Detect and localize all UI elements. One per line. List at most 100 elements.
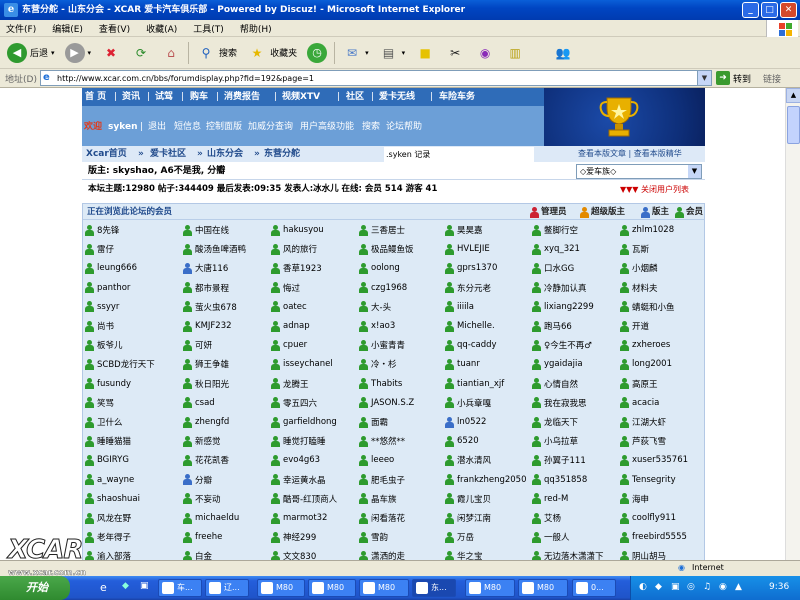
member-name[interactable]: 中国在线 — [195, 224, 229, 236]
member-name[interactable]: 小蜜青青 — [371, 339, 405, 351]
member-name[interactable]: JASON.S.Z — [371, 398, 414, 408]
online-member[interactable]: 孙翼子111 — [532, 452, 586, 468]
task-button[interactable]: M80 — [465, 579, 515, 597]
online-member[interactable]: 心情自然 — [532, 376, 578, 392]
nav-home[interactable]: 首 页 — [85, 88, 106, 106]
member-name[interactable]: Tensegrity — [632, 475, 676, 485]
online-member[interactable]: 小蜜青青 — [359, 337, 405, 353]
task-button[interactable]: M80 — [518, 579, 568, 597]
member-name[interactable]: 秋日阳光 — [195, 378, 229, 390]
online-member[interactable]: csad — [183, 395, 215, 411]
online-member[interactable]: adnap — [271, 318, 310, 334]
member-name[interactable]: KMJF232 — [195, 321, 232, 331]
member-name[interactable]: 三香居士 — [371, 224, 405, 236]
online-member[interactable]: ssyyr — [85, 299, 119, 315]
online-member[interactable]: 风的旅行 — [271, 241, 317, 257]
member-name[interactable]: 跑马66 — [544, 320, 572, 332]
url-text[interactable]: http://www.xcar.com.cn/bbs/forumdisplay.… — [57, 74, 314, 83]
refresh-button[interactable]: ⟳ — [128, 40, 154, 66]
online-member[interactable]: 秋日阳光 — [183, 376, 229, 392]
member-name[interactable]: 孙翼子111 — [544, 454, 586, 466]
online-member[interactable]: 8先锋 — [85, 222, 119, 238]
view-posts-link[interactable]: 查看本版文章 — [578, 149, 626, 158]
nav-insurance[interactable]: 车险车务 — [439, 88, 475, 106]
messages-link[interactable]: 短信息 — [174, 120, 201, 134]
nav-community[interactable]: 社区 — [346, 88, 364, 106]
online-member[interactable]: **悠然** — [359, 433, 405, 449]
task-button[interactable]: 辽... — [205, 579, 249, 597]
online-member[interactable]: JASON.S.Z — [359, 395, 414, 411]
online-member[interactable]: oolong — [359, 260, 400, 276]
member-name[interactable]: 一般人 — [544, 531, 570, 543]
online-member[interactable]: a_wayne — [85, 472, 134, 488]
online-member[interactable]: BGIRYG — [85, 452, 129, 468]
menu-file[interactable]: 文件(F) — [6, 22, 36, 35]
member-name[interactable]: 面霸 — [371, 416, 388, 428]
url-input[interactable]: e http://www.xcar.com.cn/bbs/forumdispla… — [40, 70, 712, 86]
online-member[interactable]: 海申 — [620, 491, 649, 507]
online-member[interactable]: Michelle. — [445, 318, 495, 334]
online-member[interactable]: x!ao3 — [359, 318, 395, 334]
online-member[interactable]: red-M — [532, 491, 568, 507]
tray-icon[interactable]: ◆ — [655, 582, 662, 592]
online-member[interactable]: ln0522 — [445, 414, 486, 430]
help-link[interactable]: 论坛帮助 — [386, 120, 422, 134]
online-member[interactable]: Tensegrity — [620, 472, 676, 488]
member-name[interactable]: 小兵章嘎 — [457, 397, 491, 409]
online-member[interactable]: xyq_321 — [532, 241, 580, 257]
go-button[interactable]: ➜ 转到 — [716, 71, 751, 85]
member-name[interactable]: leung666 — [97, 263, 137, 273]
member-name[interactable]: 开道 — [632, 320, 649, 332]
online-member[interactable]: 尚书 — [85, 318, 114, 334]
online-member[interactable]: 芦荻飞雪 — [620, 433, 666, 449]
online-member[interactable]: freebird5555 — [620, 529, 687, 545]
online-member[interactable]: qq-caddy — [445, 337, 497, 353]
online-member[interactable]: 龙腾王 — [271, 376, 309, 392]
member-name[interactable]: HVLEJIE — [457, 244, 490, 254]
member-name[interactable]: 海申 — [632, 493, 649, 505]
nav-testdrive[interactable]: 试驾 — [155, 88, 173, 106]
home-button[interactable]: ⌂ — [158, 40, 184, 66]
online-member[interactable]: 蜻蜓和小鱼 — [620, 299, 675, 315]
member-name[interactable]: 睡觉打瞌睡 — [283, 435, 326, 447]
online-member[interactable]: ygaidajia — [532, 356, 583, 372]
online-member[interactable]: 酸汤鱼啤酒鸭 — [183, 241, 246, 257]
breadcrumb-shandong[interactable]: 山东分会 — [207, 146, 243, 162]
chevron-down-icon[interactable]: ▾ — [88, 49, 92, 57]
member-name[interactable]: 芦荻飞雪 — [632, 435, 666, 447]
member-name[interactable]: qq-caddy — [457, 340, 497, 350]
member-name[interactable]: gprs1370 — [457, 263, 497, 273]
member-name[interactable]: shaoshuai — [97, 494, 140, 504]
chevron-down-icon[interactable]: ▼ — [697, 71, 711, 85]
member-name[interactable]: isseychanel — [283, 359, 333, 369]
tool-button[interactable]: ✂ — [442, 40, 468, 66]
stop-button[interactable]: ✖ — [98, 40, 124, 66]
member-name[interactable]: 笑骂 — [97, 397, 114, 409]
nav-news[interactable]: 资讯 — [122, 88, 140, 106]
online-member[interactable]: panthor — [85, 280, 130, 296]
online-member[interactable]: 悔过 — [271, 280, 300, 296]
member-name[interactable]: qq351858 — [544, 475, 587, 485]
online-member[interactable]: garfieldhong — [271, 414, 337, 430]
online-member[interactable]: 零五四六 — [271, 395, 317, 411]
online-member[interactable]: 睡睡猫猫 — [85, 433, 131, 449]
online-member[interactable]: 鳖脚行空 — [532, 222, 578, 238]
member-name[interactable]: 小乌拉草 — [544, 435, 578, 447]
online-member[interactable]: gprs1370 — [445, 260, 497, 276]
favorites-button[interactable]: ★ 收藏夹 — [244, 40, 300, 66]
member-name[interactable]: czg1968 — [371, 283, 407, 293]
member-name[interactable]: 冷・杉 — [371, 358, 397, 370]
online-member[interactable]: 分瓣 — [183, 472, 212, 488]
online-member[interactable]: shaoshuai — [85, 491, 140, 507]
online-member[interactable]: 晶车族 — [359, 491, 397, 507]
member-name[interactable]: 蜻蜓和小鱼 — [632, 301, 675, 313]
member-name[interactable]: 悔过 — [283, 282, 300, 294]
online-member[interactable]: long2001 — [620, 356, 672, 372]
online-member[interactable]: HVLEJIE — [445, 241, 490, 257]
member-name[interactable]: panthor — [97, 283, 130, 293]
menu-help[interactable]: 帮助(H) — [240, 22, 272, 35]
member-name[interactable]: 可妍 — [195, 339, 212, 351]
online-member[interactable]: Thabits — [359, 376, 402, 392]
member-name[interactable]: zhlm1028 — [632, 225, 674, 235]
member-name[interactable]: 潜水清风 — [457, 454, 491, 466]
